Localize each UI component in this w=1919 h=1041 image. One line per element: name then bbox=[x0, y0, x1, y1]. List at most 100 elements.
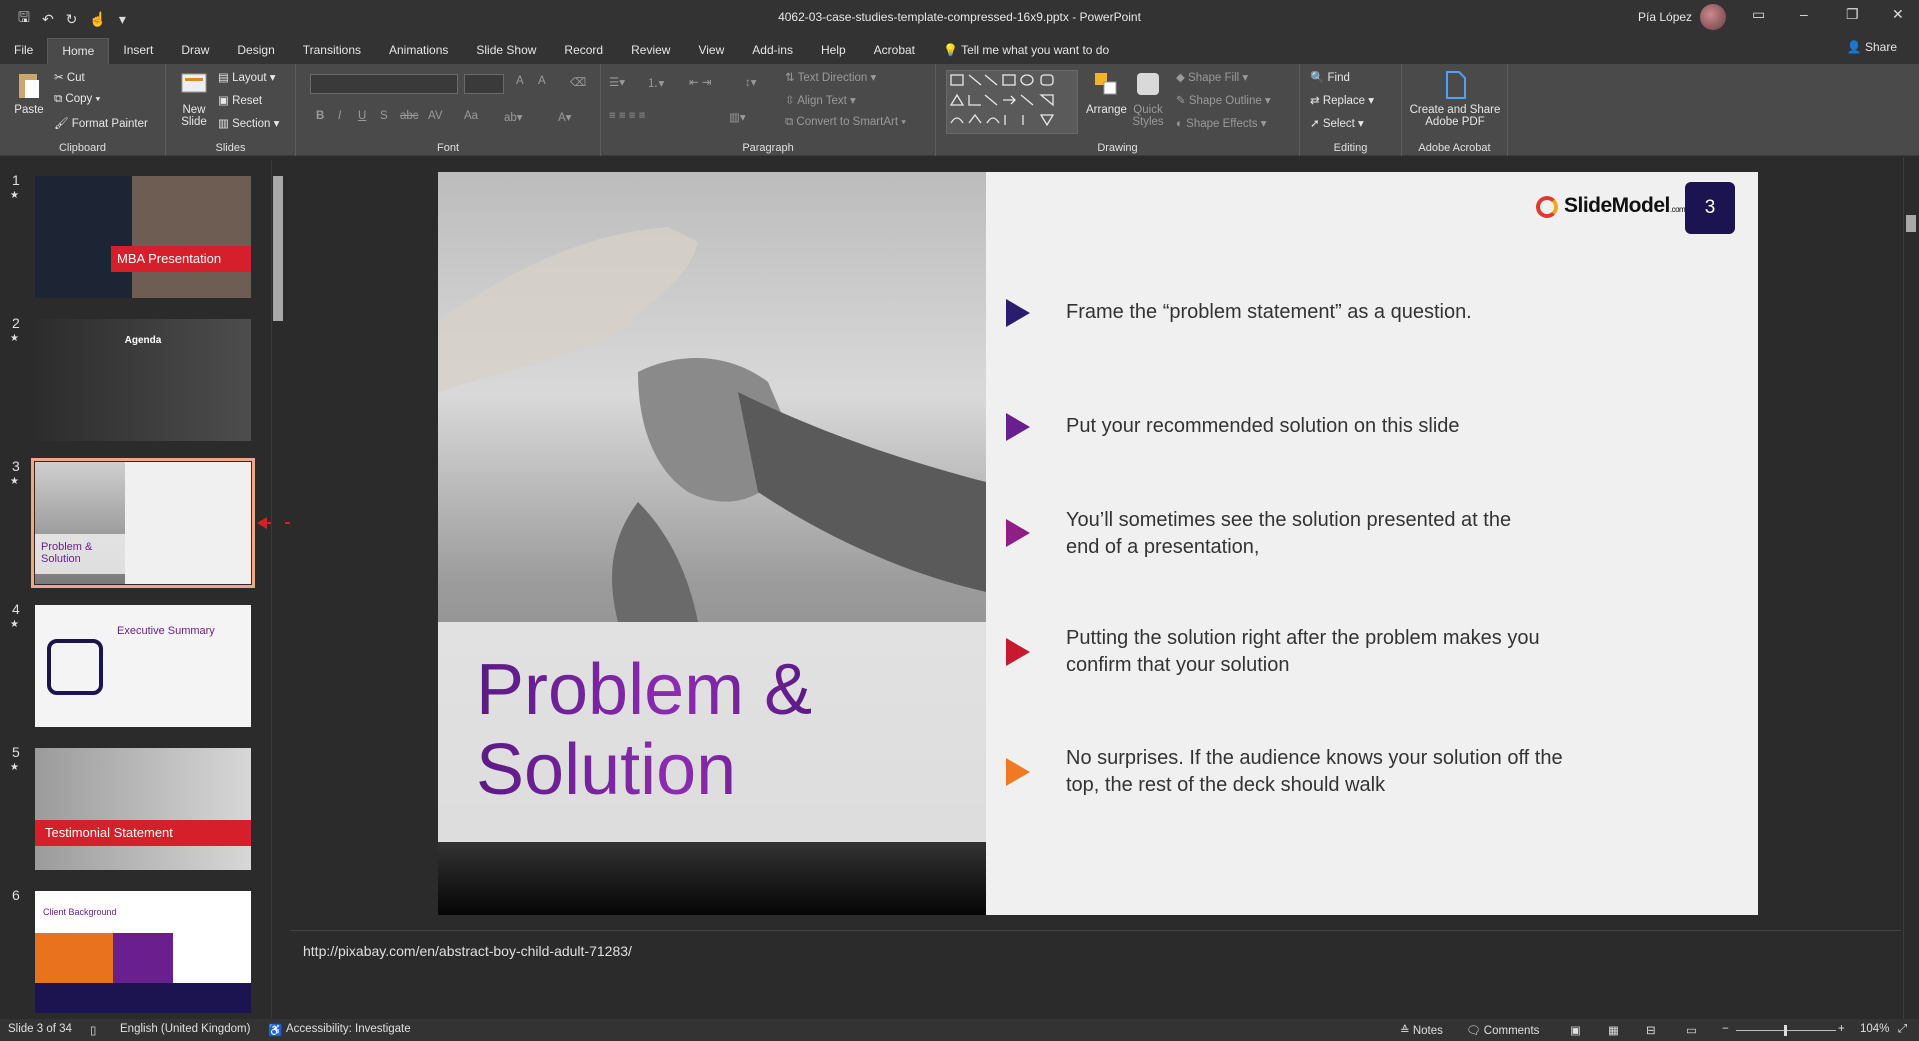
numbering-icon[interactable]: ⒈▾ bbox=[647, 75, 664, 91]
create-pdf-button[interactable]: Create and Share Adobe PDF bbox=[1406, 70, 1504, 128]
bullet-text-4[interactable]: Putting the solution right after the pro… bbox=[1066, 625, 1606, 679]
highlight-icon[interactable]: ab▾ bbox=[504, 110, 523, 124]
bullet-text-2[interactable]: Put your recommended solution on this sl… bbox=[1066, 413, 1546, 440]
zoom-level[interactable]: 104% bbox=[1860, 1023, 1889, 1035]
slide-thumbnail-1[interactable]: MBA Presentation bbox=[35, 176, 251, 298]
tab-insert[interactable]: Insert bbox=[109, 38, 167, 64]
tab-add-ins[interactable]: Add-ins bbox=[738, 38, 807, 64]
bullets-icon[interactable]: ☰▾ bbox=[609, 75, 625, 89]
character-spacing-button[interactable]: AV bbox=[428, 110, 443, 122]
shape-fill-button[interactable]: ◆ Shape Fill ▾ bbox=[1176, 70, 1248, 84]
section-icon: ▥ bbox=[218, 118, 233, 130]
editor-scrollbar[interactable] bbox=[1903, 157, 1919, 1019]
share-button[interactable]: 👤 Share bbox=[1847, 40, 1897, 54]
indent-icons[interactable]: ⇤ ⇥ bbox=[689, 75, 711, 89]
shapes-gallery[interactable] bbox=[946, 70, 1078, 134]
slideshow-icon[interactable]: ▭ bbox=[1686, 1023, 1697, 1037]
zoom-in-icon[interactable]: + bbox=[1838, 1023, 1845, 1035]
shape-effects-button[interactable]: ◐ Shape Effects ▾ bbox=[1176, 116, 1267, 130]
restore-icon[interactable]: ❐ bbox=[1846, 6, 1859, 23]
tab-transitions[interactable]: Transitions bbox=[289, 38, 375, 64]
underline-button[interactable]: U bbox=[358, 110, 366, 122]
tab-design[interactable]: Design bbox=[223, 38, 288, 64]
layout-button[interactable]: ▤ Layout ▾ bbox=[218, 70, 276, 84]
font-size-combo[interactable] bbox=[464, 74, 504, 94]
copy-button[interactable]: ⧉ Copy ▾ bbox=[54, 93, 100, 106]
italic-button[interactable]: I bbox=[338, 110, 341, 122]
notes-toggle[interactable]: ≙ Notes bbox=[1400, 1023, 1443, 1037]
tab-review[interactable]: Review bbox=[617, 38, 684, 64]
slide-thumbnail-5[interactable]: Testimonial Statement bbox=[35, 748, 251, 870]
bullet-text-5[interactable]: No surprises. If the audience knows your… bbox=[1066, 745, 1596, 799]
user-name[interactable]: Pía López bbox=[1638, 10, 1692, 24]
pdf-icon bbox=[1446, 71, 1466, 99]
notes-text[interactable]: http://pixabay.com/en/abstract-boy-child… bbox=[303, 943, 632, 959]
slide-thumbnail-2[interactable]: Agenda bbox=[35, 319, 251, 441]
tab-home[interactable]: Home bbox=[47, 38, 110, 64]
tab-animations[interactable]: Animations bbox=[375, 38, 462, 64]
bullet-text-1[interactable]: Frame the “problem statement” as a quest… bbox=[1066, 299, 1546, 326]
ribbon: Paste ✂ Cut ⧉ Copy ▾ 🖌 Format Painter Cl… bbox=[0, 64, 1919, 156]
close-icon[interactable]: ✕ bbox=[1892, 6, 1904, 23]
ribbon-display-icon[interactable]: ▭ bbox=[1752, 6, 1765, 23]
shape-outline-button[interactable]: ✎ Shape Outline ▾ bbox=[1176, 93, 1271, 107]
tab-acrobat[interactable]: Acrobat bbox=[860, 38, 929, 64]
slide-thumbnail-6[interactable]: Client Background bbox=[35, 891, 251, 1013]
change-case-button[interactable]: Aa bbox=[464, 110, 478, 122]
fit-slide-icon[interactable]: ⤢ bbox=[1898, 1023, 1907, 1036]
bullet-text-3[interactable]: You’ll sometimes see the solution presen… bbox=[1066, 507, 1546, 561]
shrink-font-button[interactable]: A bbox=[538, 75, 546, 87]
slide-sorter-icon[interactable]: ▦ bbox=[1608, 1023, 1619, 1037]
font-color-icon[interactable]: A▾ bbox=[558, 110, 571, 124]
reset-icon: ▣ bbox=[218, 95, 233, 107]
cut-button[interactable]: ✂ Cut bbox=[54, 70, 85, 84]
comment-icon: 🗨 bbox=[1466, 1025, 1484, 1037]
replace-button[interactable]: ⇄ Replace ▾ bbox=[1310, 93, 1374, 107]
bold-button[interactable]: B bbox=[316, 110, 324, 122]
font-family-combo[interactable] bbox=[310, 74, 458, 94]
convert-smartart-button[interactable]: ⧉ Convert to SmartArt ▾ bbox=[785, 116, 906, 129]
slide-thumbnail-3[interactable]: Problem & Solution bbox=[31, 458, 255, 588]
tab-file[interactable]: File bbox=[0, 38, 47, 64]
quick-styles-button[interactable]: Quick Styles bbox=[1128, 70, 1168, 128]
zoom-out-icon[interactable]: − bbox=[1722, 1023, 1729, 1035]
grow-font-button[interactable]: A bbox=[516, 75, 524, 87]
language-status[interactable]: English (United Kingdom) bbox=[120, 1023, 250, 1035]
section-button[interactable]: ▥ Section ▾ bbox=[218, 116, 279, 130]
clear-formatting-icon[interactable]: ⌫ bbox=[570, 75, 586, 89]
shadow-button[interactable]: S bbox=[380, 110, 388, 122]
editor-scrollbar-thumb[interactable] bbox=[1906, 215, 1916, 232]
normal-view-icon[interactable]: ▣ bbox=[1570, 1023, 1581, 1037]
reading-view-icon[interactable]: ⊟ bbox=[1646, 1023, 1656, 1037]
tab-record[interactable]: Record bbox=[550, 38, 617, 64]
reset-button[interactable]: ▣ Reset bbox=[218, 93, 262, 107]
spelling-icon[interactable]: ▯ bbox=[90, 1023, 96, 1037]
align-text-button[interactable]: ⇳ Align Text ▾ bbox=[785, 93, 856, 107]
strikethrough-button[interactable]: abc bbox=[400, 110, 419, 122]
align-icons[interactable]: ≡ ≡ ≡ ≡ bbox=[609, 110, 645, 122]
thumbnail-scrollbar-thumb[interactable] bbox=[273, 176, 283, 321]
tab-view[interactable]: View bbox=[684, 38, 738, 64]
accessibility-status[interactable]: Accessibility: Investigate bbox=[286, 1023, 411, 1035]
slide-canvas[interactable]: Problem & Solution SlideModel.com 3 Fram… bbox=[438, 172, 1758, 915]
tell-me-search[interactable]: 💡 Tell me what you want to do bbox=[943, 38, 1109, 64]
slide-thumbnail-4[interactable]: Executive Summary bbox=[35, 605, 251, 727]
arrange-button[interactable]: Arrange bbox=[1086, 70, 1127, 116]
avatar[interactable] bbox=[1700, 4, 1726, 30]
line-spacing-icon[interactable]: ↕▾ bbox=[745, 75, 757, 89]
comments-toggle[interactable]: 🗨 Comments bbox=[1466, 1023, 1539, 1037]
tab-draw[interactable]: Draw bbox=[167, 38, 223, 64]
tab-help[interactable]: Help bbox=[807, 38, 860, 64]
columns-icon[interactable]: ▥▾ bbox=[729, 110, 746, 124]
slide-title[interactable]: Problem & Solution bbox=[476, 650, 812, 810]
text-direction-button[interactable]: ⇅ Text Direction ▾ bbox=[785, 70, 876, 84]
tab-slide-show[interactable]: Slide Show bbox=[462, 38, 550, 64]
select-button[interactable]: ➚ Select ▾ bbox=[1310, 116, 1364, 130]
paste-button[interactable]: Paste bbox=[8, 70, 50, 116]
thumb-caption: Client Background bbox=[43, 907, 117, 917]
zoom-slider-thumb[interactable] bbox=[1784, 1025, 1787, 1036]
minimize-icon[interactable]: – bbox=[1800, 6, 1808, 22]
format-painter-button[interactable]: 🖌 Format Painter bbox=[54, 116, 148, 130]
new-slide-button[interactable]: New Slide bbox=[174, 70, 214, 128]
find-button[interactable]: 🔍 Find bbox=[1310, 70, 1350, 84]
